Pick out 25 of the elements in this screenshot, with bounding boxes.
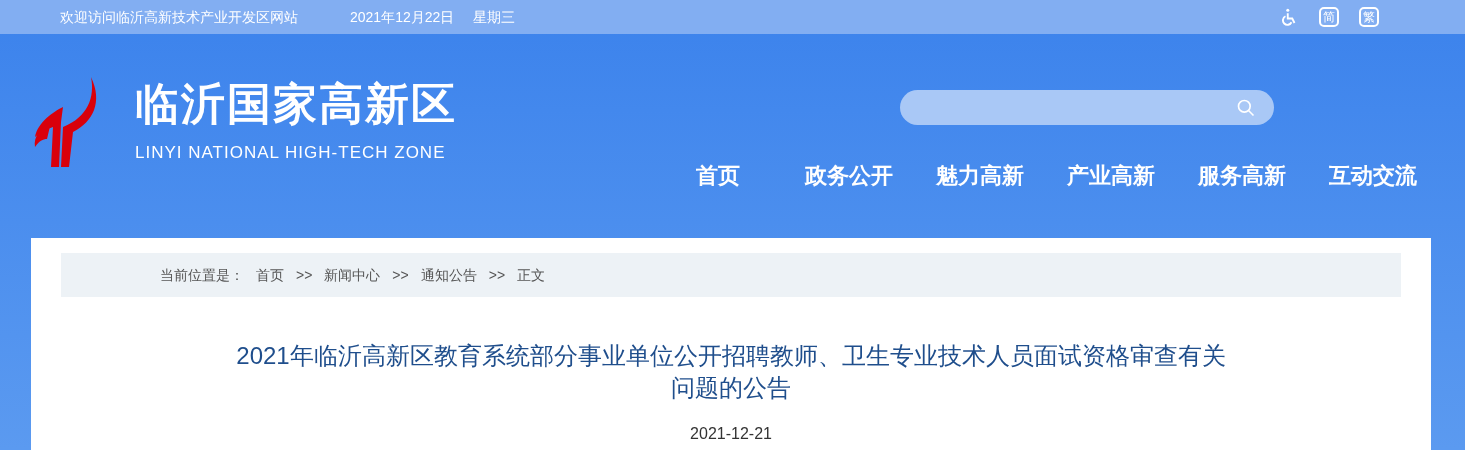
- nav-link[interactable]: 产业高新: [1067, 159, 1155, 192]
- language-button[interactable]: 简: [1319, 7, 1339, 27]
- nav-link[interactable]: 互动交流: [1329, 159, 1417, 192]
- language-button[interactable]: 繁: [1359, 7, 1379, 27]
- breadcrumb-separator: >>: [392, 265, 409, 285]
- search-field[interactable]: [900, 90, 1274, 125]
- nav-link[interactable]: 魅力高新: [936, 159, 1024, 192]
- weekday: 星期三: [473, 7, 516, 27]
- nav-link[interactable]: 首页: [696, 159, 740, 192]
- article-title: 2021年临沂高新区教育系统部分事业单位公开招聘教师、卫生专业技术人员面试资格审查有关问题的公告: [235, 341, 1227, 403]
- current-date: 2021年12月22日: [350, 7, 455, 27]
- breadcrumb-separator: >>: [488, 265, 506, 285]
- site-name: 临沂国家高新区: [135, 82, 457, 127]
- breadcrumb-current: 正文: [517, 265, 546, 285]
- breadcrumb-label: 当前位置是：: [160, 265, 244, 285]
- nav-link[interactable]: 政务公开: [805, 159, 893, 192]
- welcome-text: 欢迎访问临沂高新技术产业开发区网站: [60, 7, 298, 27]
- site-name-english: LINYI NATIONAL HIGH-TECH ZONE: [135, 142, 447, 165]
- breadcrumb-link[interactable]: 通知公告: [420, 264, 477, 286]
- breadcrumb-link[interactable]: 首页: [256, 264, 284, 286]
- search-icon[interactable]: [1236, 97, 1256, 118]
- breadcrumb-separator: >>: [296, 265, 313, 285]
- nav-link[interactable]: 服务高新: [1198, 159, 1286, 192]
- breadcrumb-link[interactable]: 新闻中心: [324, 264, 381, 286]
- article-date: 2021-12-21: [690, 425, 772, 442]
